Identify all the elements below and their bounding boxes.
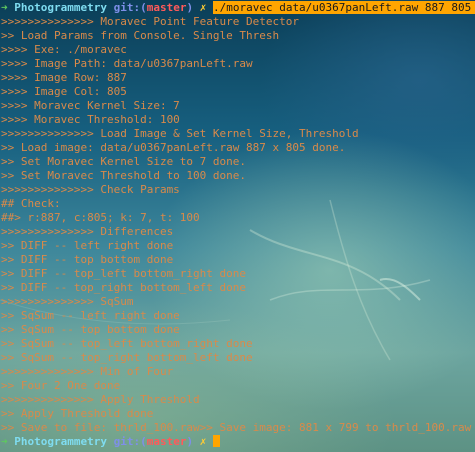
- output-line: >> SqSum -- left right done: [1, 309, 180, 322]
- output-line: ## Check:: [1, 197, 61, 210]
- output-line: >>>>>>>>>>>>>> SqSum: [1, 295, 134, 308]
- output-line: >> DIFF -- top bottom done: [1, 253, 174, 266]
- prompt-directory: Photogrammetry: [14, 1, 107, 14]
- output-line: >> Apply Threshold done: [1, 407, 154, 420]
- output-line: >> SqSum -- top_left bottom_right done: [1, 337, 253, 350]
- prompt-line-current[interactable]: ➜ Photogrammetry git:(master) ✗: [0, 435, 475, 449]
- output-line: ##> r:887, c:805; k: 7, t: 100: [1, 211, 200, 224]
- output-line: >>>> Image Col: 805: [1, 85, 127, 98]
- prompt-directory: Photogrammetry: [14, 435, 107, 448]
- output-line: >> Set Moravec Kernel Size to 7 done.: [1, 155, 247, 168]
- output-line: >> Set Moravec Threshold to 100 done.: [1, 169, 247, 182]
- text-cursor[interactable]: [212, 435, 220, 447]
- command-output: >>>>>>>>>>>>>> Moravec Point Feature Det…: [0, 15, 475, 435]
- output-line: >>>> Moravec Threshold: 100: [1, 113, 180, 126]
- output-line: >>>>>>>>>>>>>> Apply Threshold: [1, 393, 200, 406]
- output-line: >> Four 2 One done: [1, 379, 121, 392]
- branch-close-paren: ): [186, 435, 194, 448]
- terminal-window[interactable]: ➜ Photogrammetry git:(master) ✗ ./morave…: [0, 0, 475, 452]
- output-line: >>>> Image Row: 887: [1, 71, 127, 84]
- branch-open-paren: (: [140, 1, 147, 14]
- output-line: >> DIFF -- top_right bottom_left done: [1, 281, 247, 294]
- git-label: git:: [113, 435, 141, 448]
- output-line: >> Save to file: thrld_100.raw>> Save im…: [1, 421, 475, 434]
- output-line: >>>>>>>>>>>>>> Moravec Point Feature Det…: [1, 15, 300, 28]
- git-label: git:: [113, 1, 141, 14]
- output-line: >>>> Image Path: data/u0367panLeft.raw: [1, 57, 253, 70]
- dirty-marker-icon: ✗: [199, 435, 207, 448]
- prompt-line-command: ➜ Photogrammetry git:(master) ✗ ./morave…: [0, 1, 475, 15]
- command-input[interactable]: ./moravec data/u0367panLeft.raw 887 805 …: [212, 1, 475, 14]
- output-line: >> SqSum -- top_right bottom_left done: [1, 351, 253, 364]
- prompt-arrow-icon: ➜: [1, 435, 8, 448]
- prompt-arrow-icon: ➜: [1, 1, 8, 14]
- output-line: >>>>>>>>>>>>>> Min of Four: [1, 365, 174, 378]
- output-line: >>>> Exe: ./moravec: [1, 43, 127, 56]
- output-line: >>>> Moravec Kernel Size: 7: [1, 99, 180, 112]
- git-branch: master: [146, 1, 187, 14]
- git-branch: master: [146, 435, 187, 448]
- output-line: >> SqSum -- top bottom done: [1, 323, 180, 336]
- output-line: >> DIFF -- left right done: [1, 239, 174, 252]
- output-line: >>>>>>>>>>>>>> Load Image & Set Kernel S…: [1, 127, 359, 140]
- output-line: >>>>>>>>>>>>>> Differences: [1, 225, 174, 238]
- output-line: >> Load Params from Console. Single Thre…: [1, 29, 280, 42]
- output-line: >>>>>>>>>>>>>> Check Params: [1, 183, 180, 196]
- output-line: >> Load image: data/u0367panLeft.raw 887…: [1, 141, 346, 154]
- branch-open-paren: (: [140, 435, 147, 448]
- dirty-marker-icon: ✗: [199, 1, 207, 14]
- output-line: >> DIFF -- top_left bottom_right done: [1, 267, 247, 280]
- branch-close-paren: ): [186, 1, 194, 14]
